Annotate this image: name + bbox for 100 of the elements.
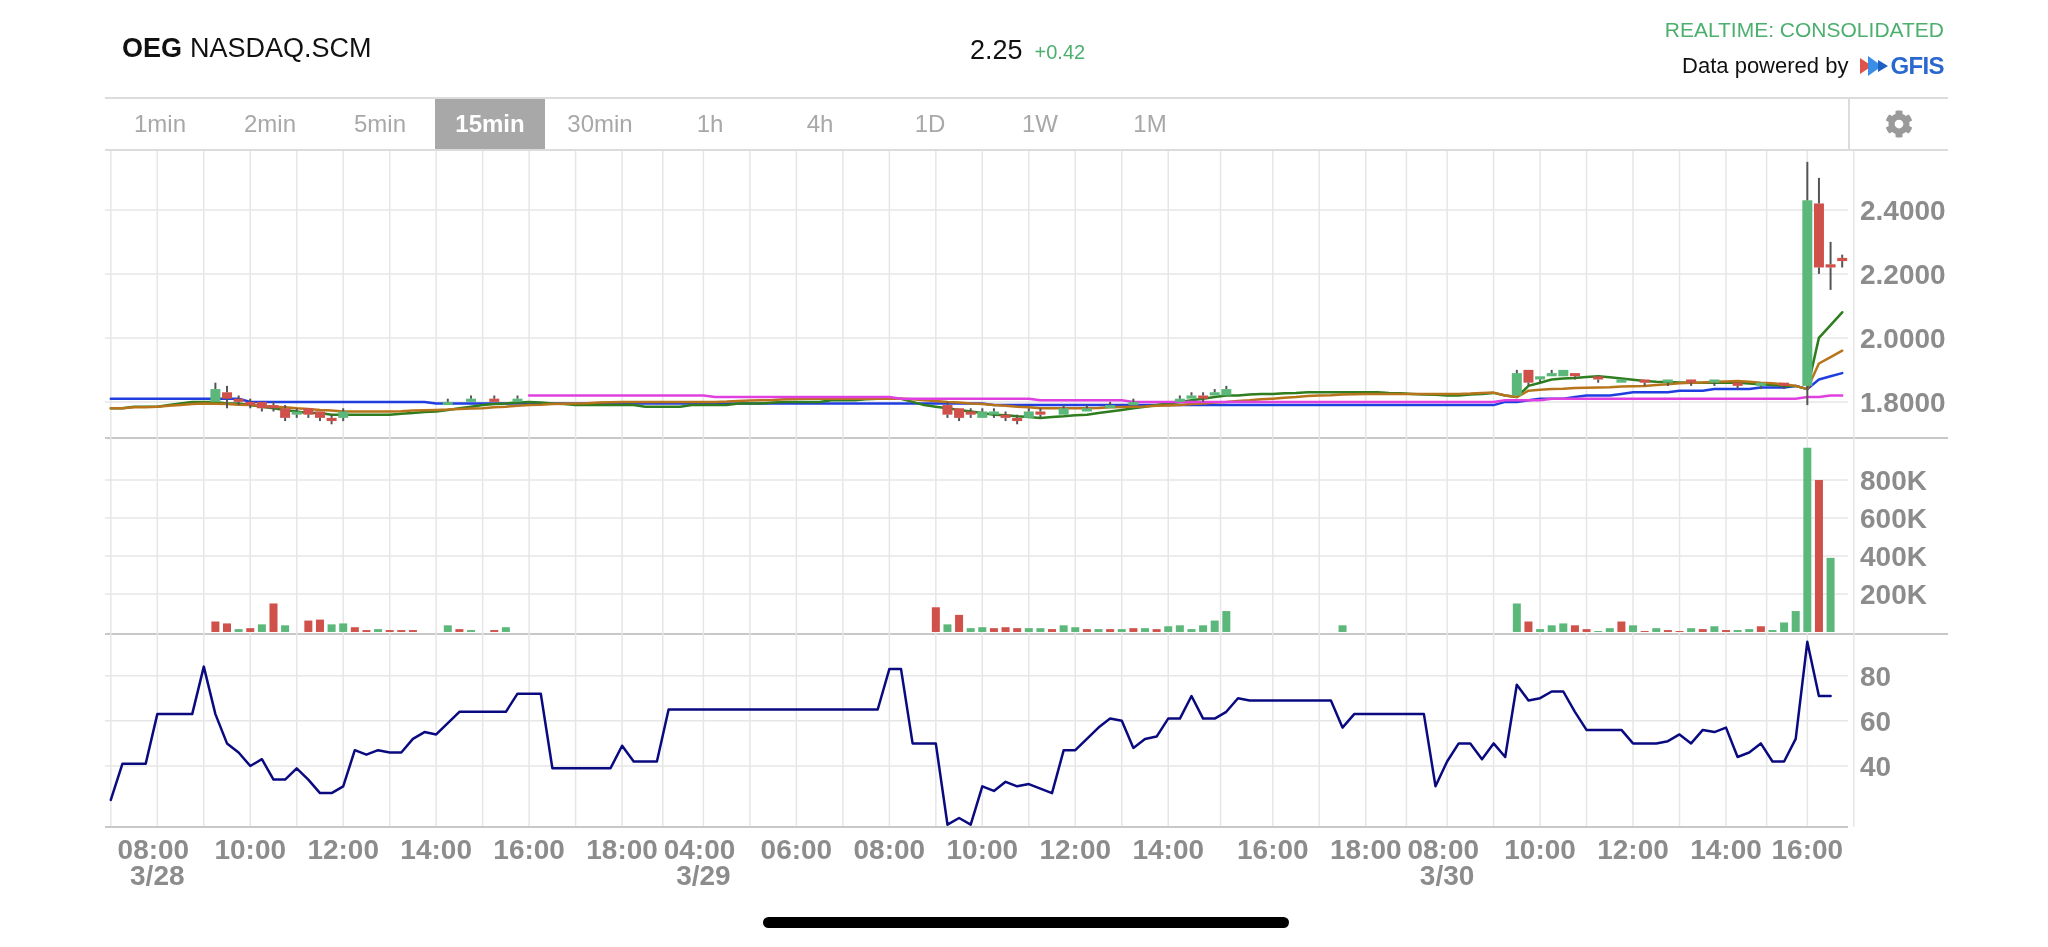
interval-tab[interactable]: 1M	[1095, 99, 1205, 149]
volume-bar	[281, 625, 290, 632]
candlestick	[338, 407, 349, 423]
candlestick	[512, 394, 523, 403]
candlestick	[442, 397, 453, 407]
volume-bar	[455, 629, 464, 632]
volume-bar	[1582, 629, 1591, 632]
interval-tab[interactable]: 30min	[545, 99, 655, 149]
feed-status: REALTIME: CONSOLIDATED	[1664, 17, 1944, 43]
interval-tab[interactable]: 1W	[985, 99, 1095, 149]
candlestick	[1198, 391, 1209, 403]
volume-bar	[501, 627, 510, 632]
candlestick	[1569, 372, 1580, 381]
volume-bar	[1164, 626, 1173, 632]
ticker-symbol: OEG	[122, 32, 182, 66]
volume-bar	[1338, 625, 1347, 632]
volume-bar	[1024, 628, 1033, 632]
volume-bar	[1199, 625, 1208, 632]
volume-bar	[1210, 620, 1219, 632]
interval-tab[interactable]: 1h	[655, 99, 765, 149]
axis-tick-label: 10:00	[1504, 834, 1576, 865]
volume-bar	[339, 623, 348, 632]
candlestick	[1639, 378, 1650, 387]
candlestick	[942, 400, 953, 419]
candlestick	[977, 407, 988, 419]
candlestick	[1686, 378, 1697, 387]
volume-bar	[1791, 611, 1800, 632]
axis-tick-label: 200K	[1860, 579, 1927, 610]
volume-bar	[374, 629, 383, 632]
candlestick	[1186, 391, 1197, 400]
volume-bar	[1141, 628, 1149, 632]
volume-bar	[246, 628, 255, 632]
powered-by-text: Data powered by	[1682, 52, 1849, 80]
volume-bar	[1036, 628, 1045, 632]
axis-tick-label: 12:00	[307, 834, 379, 865]
volume-bar	[1071, 627, 1080, 632]
volume-bar	[1698, 629, 1707, 632]
axis-tick-label: 14:00	[1132, 834, 1205, 865]
volume-bar	[1524, 621, 1533, 632]
axis-tick-label: 1.8000	[1860, 386, 1946, 418]
volume-bar	[1617, 621, 1626, 632]
axis-tick-label: 08:00 3/28	[117, 834, 190, 891]
volume-bar	[304, 620, 313, 632]
volume-bar	[1152, 629, 1161, 632]
volume-bar	[1780, 622, 1789, 632]
volume-bar	[1094, 629, 1103, 632]
axis-tick-label: 08:00	[853, 834, 926, 865]
candlestick	[1755, 381, 1766, 391]
logo-text: GFIS	[1890, 50, 1944, 81]
interval-tab[interactable]: 5min	[325, 99, 435, 149]
candlestick	[1616, 378, 1627, 384]
volume-bar	[1082, 629, 1091, 632]
candlestick	[1662, 378, 1673, 387]
volume-bar	[1117, 629, 1126, 632]
candlestick	[326, 413, 337, 426]
last-price: 2.25	[970, 34, 1023, 67]
candlestick	[1174, 394, 1185, 403]
volume-bar	[1187, 629, 1196, 632]
volume-bar	[315, 619, 324, 632]
volume-bar	[1652, 628, 1661, 632]
volume-bar	[966, 628, 975, 632]
interval-tab[interactable]: 1D	[875, 99, 985, 149]
candlestick	[1779, 381, 1790, 391]
candlestick	[489, 394, 500, 403]
candlestick	[1593, 375, 1604, 384]
candlestick	[1035, 407, 1046, 419]
volume-bar	[989, 628, 998, 632]
candlestick	[303, 407, 314, 419]
volume-bar	[350, 627, 359, 632]
candlestick	[1105, 400, 1116, 410]
candlestick	[245, 397, 256, 410]
volume-bar	[1013, 628, 1022, 632]
candlestick	[1558, 368, 1569, 378]
axis-tick-label: 2.0000	[1860, 322, 1946, 354]
axis-tick-label: 2.4000	[1860, 194, 1946, 226]
volume-bar	[1687, 628, 1696, 632]
volume-bar	[1536, 629, 1545, 632]
axis-tick-label: 80	[1860, 660, 1892, 692]
volume-bar	[955, 614, 964, 632]
volume-bar	[1570, 625, 1579, 632]
axis-tick-label: 600K	[1860, 503, 1927, 534]
interval-tab[interactable]: 1min	[105, 99, 215, 149]
volume-bar	[1222, 611, 1231, 632]
axis-tick-label: 06:00	[760, 834, 833, 865]
axis-tick-label: 10:00	[946, 834, 1019, 865]
interval-tab[interactable]: 15min	[435, 99, 545, 149]
candlestick	[1058, 404, 1069, 416]
volume-bar	[234, 629, 243, 632]
axis-tick-label: 14:00	[400, 834, 472, 865]
interval-tab[interactable]: 4h	[765, 99, 875, 149]
volume-bar	[443, 625, 452, 632]
candlestick	[314, 410, 325, 423]
volume-bar	[1547, 625, 1556, 632]
candlestick	[1012, 413, 1023, 426]
axis-tick-label: 60	[1860, 705, 1892, 737]
axis-tick-label: 12:00	[1039, 834, 1112, 865]
candlestick	[1000, 410, 1011, 423]
volume-bar	[1048, 629, 1057, 632]
axis-tick-label: 12:00	[1597, 834, 1669, 865]
interval-tab[interactable]: 2min	[215, 99, 325, 149]
